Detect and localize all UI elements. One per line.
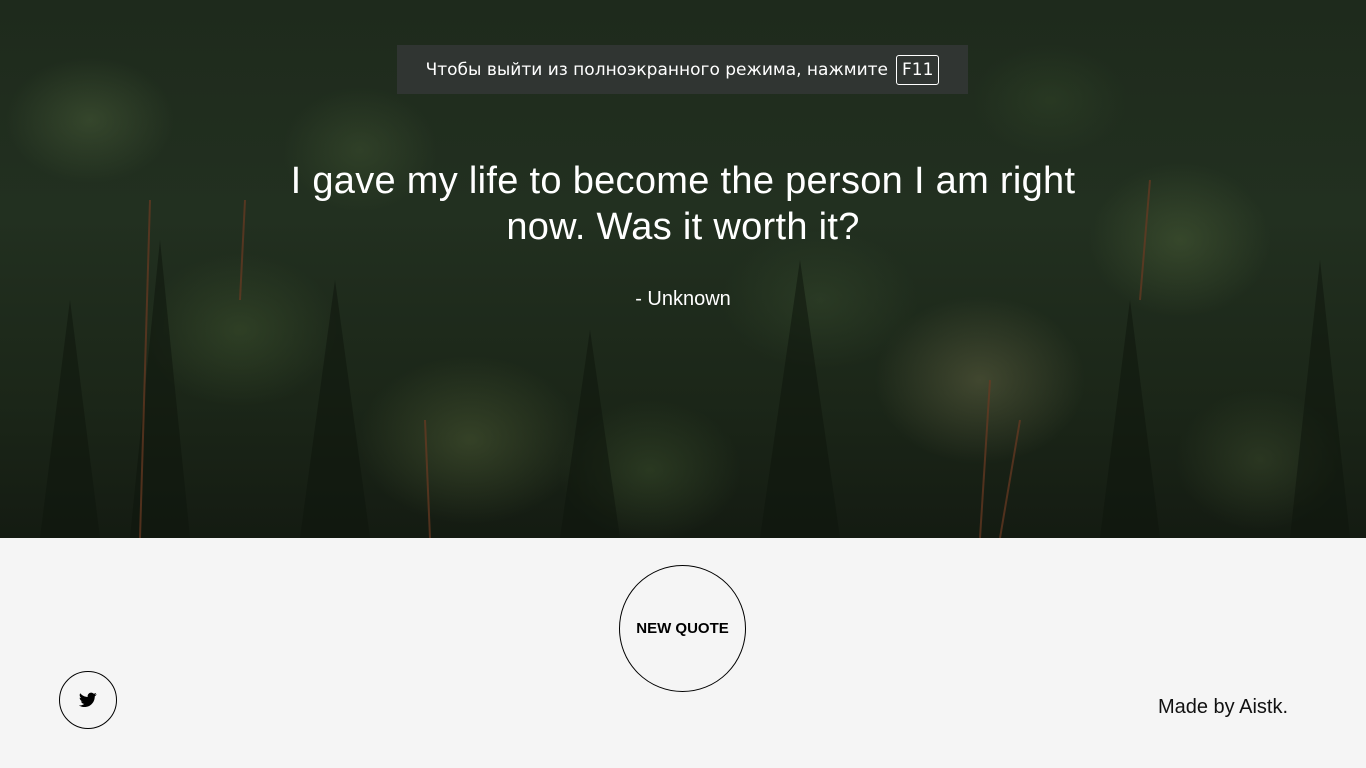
new-quote-button[interactable]: NEW QUOTE [619, 565, 746, 692]
f11-key-badge: F11 [896, 54, 940, 85]
fullscreen-exit-notice: Чтобы выйти из полноэкранного режима, на… [397, 45, 968, 94]
made-by-credit: Made by Aistk. [1157, 696, 1288, 718]
twitter-bird-icon [79, 692, 97, 708]
quote-author: - Unknown [635, 288, 731, 310]
quote-text: I gave my life to become the person I am… [290, 160, 1076, 248]
tweet-button[interactable] [59, 671, 117, 729]
forest-background-image: Чтобы выйти из полноэкранного режима, на… [0, 0, 1366, 538]
fullscreen-notice-text: Чтобы выйти из полноэкранного режима, на… [425, 59, 888, 80]
